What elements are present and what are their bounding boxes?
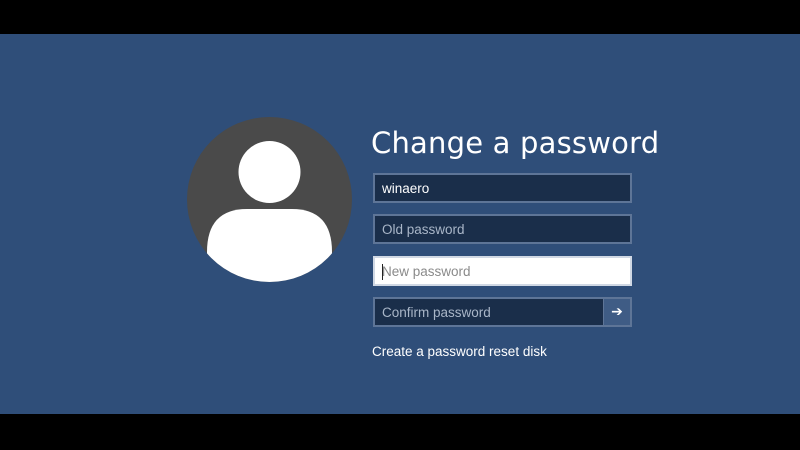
- text-caret: [382, 264, 383, 280]
- submit-button[interactable]: ➔: [603, 299, 630, 325]
- old-password-input[interactable]: [375, 216, 630, 242]
- letterbox-top: [0, 0, 800, 34]
- username-input[interactable]: [375, 175, 630, 201]
- confirm-password-field[interactable]: ➔: [373, 297, 632, 327]
- username-field[interactable]: [373, 173, 632, 203]
- old-password-field[interactable]: [373, 214, 632, 244]
- letterbox-bottom: [0, 414, 800, 450]
- reset-disk-link[interactable]: Create a password reset disk: [372, 344, 547, 359]
- new-password-field[interactable]: [373, 256, 632, 286]
- confirm-password-input[interactable]: [375, 299, 604, 325]
- arrow-right-icon: ➔: [611, 304, 623, 320]
- new-password-input[interactable]: [375, 258, 630, 284]
- user-avatar-icon: [187, 117, 352, 282]
- page-title: Change a password: [371, 126, 660, 160]
- change-password-screen: Change a password ➔ Create a password re…: [0, 34, 800, 414]
